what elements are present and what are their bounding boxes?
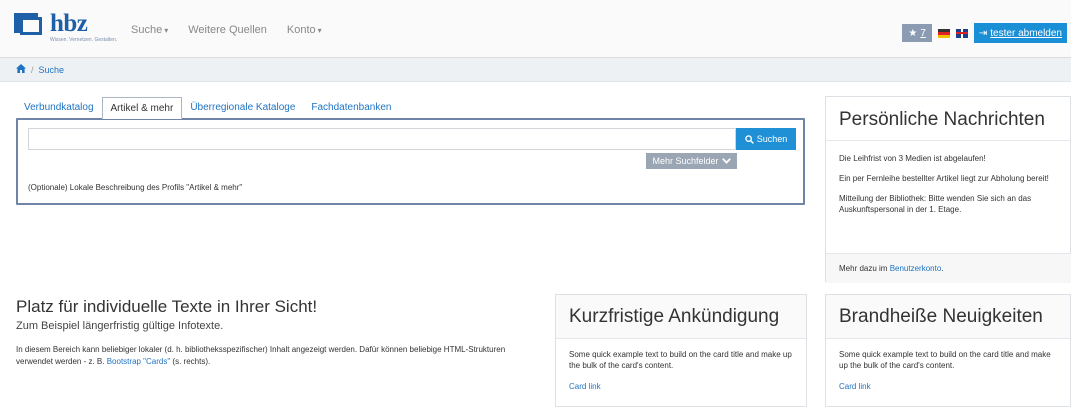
tab-artikel-mehr[interactable]: Artikel & mehr — [101, 97, 183, 119]
messages-title: Persönliche Nachrichten — [839, 109, 1045, 130]
star-icon: ★ — [908, 27, 918, 39]
messages-card: Persönliche Nachrichten Die Leihfrist vo… — [825, 96, 1071, 283]
info-body: In diesem Bereich kann beliebiger lokale… — [16, 344, 544, 368]
logo-mark-icon — [14, 13, 44, 37]
breadcrumb-current[interactable]: Suche — [39, 65, 65, 75]
messages-footer: Mehr dazu im Benutzerkonto. — [826, 253, 1071, 283]
info-block: Platz für individuelle Texte in Ihrer Si… — [16, 297, 546, 368]
tab-ueberregionale-kataloge[interactable]: Überregionale Kataloge — [182, 97, 303, 119]
search-panel: Suchen Mehr Suchfelder (Optionale) Lokal… — [16, 118, 805, 205]
watchlist-count: 7 — [920, 27, 926, 39]
nav-item-weitere-quellen[interactable]: Weitere Quellen — [188, 24, 267, 36]
tab-verbundkatalog[interactable]: Verbundkatalog — [16, 97, 102, 119]
news-title: Brandheiße Neuigkeiten — [839, 306, 1043, 327]
caret-down-icon: ▾ — [317, 26, 322, 35]
navbar-right: ★ 7 ⇥ tester abmelden — [902, 23, 1067, 43]
navbar: hbz Wissen. Vernetzen. Gestalten. Suche ▾… — [0, 0, 1071, 58]
announcement-card-header: Kurzfristige Ankündigung — [556, 295, 806, 339]
news-body: Some quick example text to build on the … — [826, 339, 1070, 392]
message-item: Mitteilung der Bibliothek: Bitte wenden … — [839, 194, 1032, 214]
breadcrumb-separator: / — [31, 64, 34, 75]
messages-card-header: Persönliche Nachrichten — [826, 97, 1070, 141]
info-body-suffix: (s. rechts). — [170, 357, 211, 366]
messages-list: Die Leihfrist von 3 Medien ist abgelaufe… — [826, 141, 1070, 215]
nav-item-label: Weitere Quellen — [188, 24, 267, 36]
chevron-down-icon — [721, 158, 731, 164]
english-flag-icon[interactable] — [955, 28, 968, 38]
announcement-title: Kurzfristige Ankündigung — [569, 306, 780, 327]
info-title: Platz für individuelle Texte in Ihrer Si… — [16, 297, 318, 316]
more-fields-button[interactable]: Mehr Suchfelder — [646, 153, 737, 169]
message-item: Ein per Fernleihe bestellter Artikel lie… — [839, 174, 1049, 183]
messages-footer-prefix: Mehr dazu im — [839, 264, 890, 273]
profile-description: (Optionale) Lokale Beschreibung des Prof… — [28, 183, 243, 192]
tab-fachdatenbanken[interactable]: Fachdatenbanken — [303, 97, 399, 119]
logout-label: tester abmelden — [990, 27, 1062, 39]
news-card-link[interactable]: Card link — [839, 381, 1060, 392]
announcement-card: Kurzfristige Ankündigung Some quick exam… — [555, 294, 807, 407]
account-link[interactable]: Benutzerkonto — [890, 264, 942, 273]
caret-down-icon: ▾ — [164, 26, 169, 35]
bootstrap-cards-link[interactable]: Bootstrap "Cards" — [107, 357, 170, 366]
logo-text: hbz — [50, 10, 88, 37]
info-subtitle: Zum Beispiel längerfristig gültige Infot… — [16, 320, 224, 332]
nav-item-konto[interactable]: Konto ▾ — [287, 24, 322, 36]
search-button[interactable]: Suchen — [736, 128, 796, 150]
german-flag-icon[interactable] — [937, 28, 950, 38]
search-icon — [744, 134, 754, 144]
watchlist-button[interactable]: ★ 7 — [902, 24, 932, 42]
news-card-header: Brandheiße Neuigkeiten — [826, 295, 1070, 339]
search-input[interactable] — [28, 128, 736, 150]
search-button-label: Suchen — [756, 134, 788, 144]
nav-item-label: Konto — [286, 24, 316, 36]
messages-footer-suffix: . — [941, 264, 944, 273]
nav-item-suche[interactable]: Suche ▾ — [131, 24, 168, 36]
more-fields-label: Mehr Suchfelder — [652, 156, 719, 166]
hbz-logo[interactable]: hbz Wissen. Vernetzen. Gestalten. — [14, 10, 117, 43]
announcement-body: Some quick example text to build on the … — [556, 339, 806, 392]
announcement-text: Some quick example text to build on the … — [569, 350, 792, 370]
home-icon[interactable] — [16, 64, 26, 75]
breadcrumb: / Suche — [0, 58, 1071, 82]
logout-button[interactable]: ⇥ tester abmelden — [973, 23, 1067, 43]
search-tabs: Verbundkatalog Artikel & mehr Überregion… — [16, 97, 399, 119]
nav-item-label: Suche — [131, 24, 163, 36]
sign-out-icon: ⇥ — [978, 27, 988, 39]
news-text: Some quick example text to build on the … — [839, 350, 1051, 370]
message-item: Die Leihfrist von 3 Medien ist abgelaufe… — [839, 154, 986, 163]
main-nav: Suche ▾ Weitere Quellen Konto ▾ — [131, 24, 342, 36]
news-card: Brandheiße Neuigkeiten Some quick exampl… — [825, 294, 1071, 407]
logo-tagline: Wissen. Vernetzen. Gestalten. — [50, 37, 118, 43]
announcement-card-link[interactable]: Card link — [569, 381, 796, 392]
info-body-text: In diesem Bereich kann beliebiger lokale… — [16, 345, 506, 366]
